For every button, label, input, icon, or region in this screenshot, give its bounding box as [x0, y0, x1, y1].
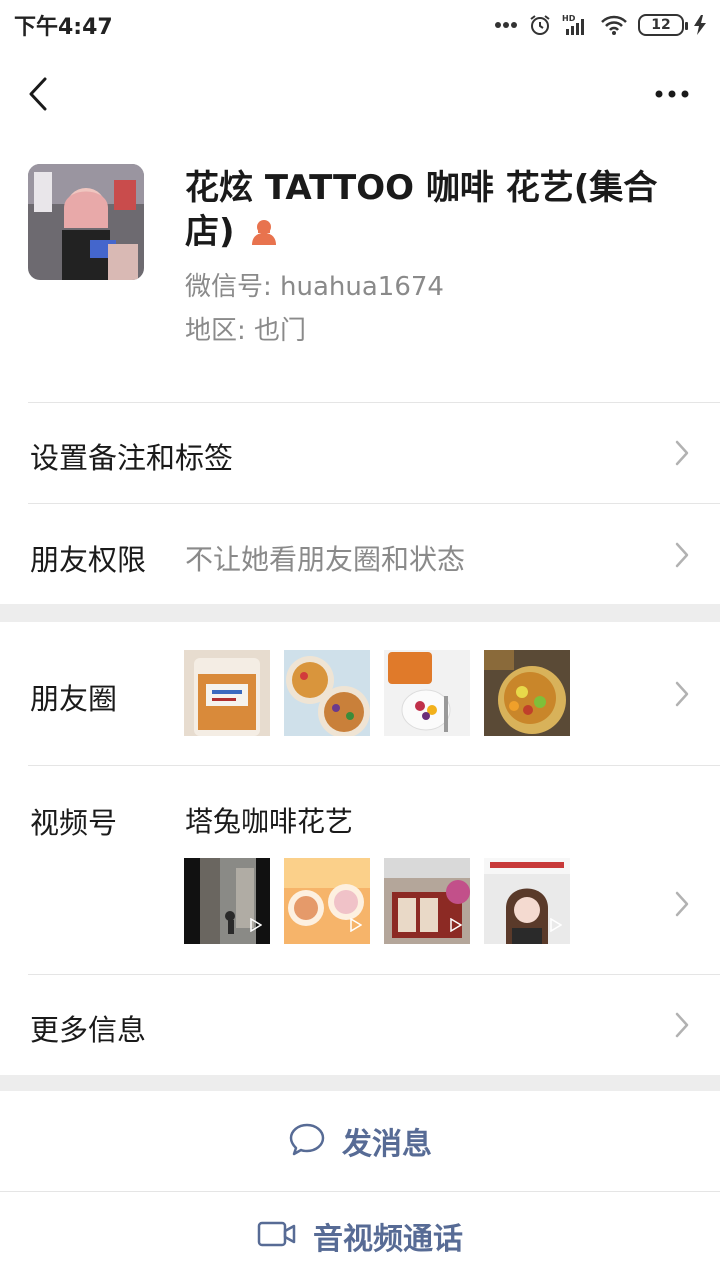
section-gap	[0, 1075, 720, 1091]
play-icon	[550, 917, 563, 936]
status-icons: HD 12	[494, 13, 706, 37]
region: 地区: 也门	[185, 316, 307, 346]
channels-thumbnails	[184, 858, 570, 944]
voice-video-call-button[interactable]: 音视频通话	[0, 1192, 720, 1280]
moment-photo[interactable]	[284, 650, 370, 736]
chevron-right-icon	[674, 541, 690, 569]
remark-tags-row[interactable]: 设置备注和标签	[0, 403, 720, 503]
channel-video[interactable]	[184, 858, 270, 944]
voice-video-call-label: 音视频通话	[313, 1222, 463, 1257]
moment-photo[interactable]	[484, 650, 570, 736]
channels-row[interactable]: 视频号 塔兔咖啡花艺	[0, 766, 720, 974]
moments-row[interactable]: 朋友圈	[0, 622, 720, 765]
friend-permissions-row[interactable]: 朋友权限 不让她看朋友圈和状态	[0, 504, 720, 604]
play-icon	[250, 917, 263, 936]
channel-video[interactable]	[484, 858, 570, 944]
channels-account-name: 塔兔咖啡花艺	[185, 805, 354, 838]
play-icon	[350, 917, 363, 936]
chevron-right-icon	[674, 890, 690, 918]
friend-permissions-label: 朋友权限	[30, 543, 147, 577]
contact-name: 花炫 TATTOO 咖啡 花艺(集合店)	[185, 166, 675, 256]
charging-icon	[694, 15, 706, 35]
moments-thumbnails	[184, 650, 570, 736]
chevron-right-icon	[674, 680, 690, 708]
signal-icon: HD	[562, 13, 590, 37]
female-icon	[250, 212, 278, 256]
alarm-icon	[528, 13, 552, 37]
nav-bar	[0, 50, 720, 140]
svg-text:HD: HD	[562, 14, 576, 23]
status-bar: 下午4:47 HD 12	[0, 0, 720, 50]
more-info-row[interactable]: 更多信息	[0, 975, 720, 1075]
more-info-label: 更多信息	[30, 1013, 147, 1047]
friend-permissions-value: 不让她看朋友圈和状态	[185, 543, 466, 576]
moments-label: 朋友圈	[30, 682, 118, 716]
profile-header: 花炫 TATTOO 咖啡 花艺(集合店) 微信号: huahua1674 地区:…	[0, 140, 720, 402]
back-button[interactable]	[18, 72, 58, 116]
more-options-button[interactable]	[652, 76, 692, 112]
wifi-icon	[600, 14, 628, 36]
chat-bubble-icon	[288, 1122, 326, 1160]
more-dots-status-icon	[494, 21, 518, 29]
video-camera-icon	[257, 1220, 297, 1252]
battery-indicator: 12	[638, 14, 688, 36]
chevron-right-icon	[674, 439, 690, 467]
status-time: 下午4:47	[14, 15, 113, 40]
send-message-label: 发消息	[342, 1127, 432, 1162]
channel-video[interactable]	[384, 858, 470, 944]
remark-tags-label: 设置备注和标签	[30, 441, 234, 475]
moment-photo[interactable]	[184, 650, 270, 736]
chevron-left-icon	[29, 77, 47, 111]
channel-video[interactable]	[284, 858, 370, 944]
moment-photo[interactable]	[384, 650, 470, 736]
section-gap	[0, 604, 720, 622]
more-icon	[655, 90, 689, 98]
wechat-id: 微信号: huahua1674	[185, 272, 444, 302]
send-message-button[interactable]: 发消息	[0, 1091, 720, 1191]
avatar[interactable]	[28, 164, 144, 280]
play-icon	[450, 917, 463, 936]
chevron-right-icon	[674, 1011, 690, 1039]
channels-label: 视频号	[30, 806, 118, 840]
